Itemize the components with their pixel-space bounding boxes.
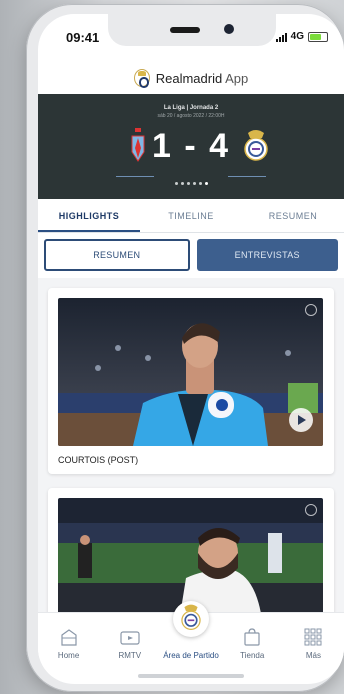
carousel-dot-active[interactable]	[204, 182, 208, 185]
watermark-crest-icon	[305, 304, 317, 316]
nav-home-label: Home	[57, 651, 80, 660]
real-madrid-crest-icon	[173, 601, 209, 637]
signal-icon	[275, 32, 287, 42]
carousel-dot[interactable]	[192, 182, 196, 185]
tv-icon	[120, 631, 140, 645]
watermark-crest-icon	[305, 504, 317, 516]
nav-mas[interactable]: Más	[283, 613, 344, 670]
grid-icon	[304, 628, 322, 646]
notch	[108, 14, 276, 46]
carousel-dot[interactable]	[180, 182, 184, 185]
app-screen: 09:41 4G Realmadrid App La Liga | Jornad…	[38, 14, 344, 684]
carousel-dot[interactable]	[186, 182, 190, 185]
carousel-dot[interactable]	[174, 182, 178, 185]
video-thumbnail[interactable]	[58, 298, 323, 446]
home-indicator[interactable]	[138, 674, 244, 678]
nav-mas-label: Más	[305, 651, 321, 660]
network-label: 4G	[290, 31, 304, 42]
tab-resumen[interactable]: RESUMEN	[242, 199, 344, 232]
nav-rmtv[interactable]: RMTV	[99, 613, 160, 670]
video-feed: COURTOIS (POST)	[38, 278, 344, 628]
nav-area-de-partido[interactable]: Área de Partido	[160, 601, 221, 670]
bottom-navigation: Home RMTV Área de Partido Tienda Más	[38, 601, 344, 670]
status-time: 09:41	[66, 30, 100, 45]
nav-tienda[interactable]: Tienda	[222, 613, 283, 670]
match-league: La Liga | Jornada 2	[163, 105, 219, 111]
carousel-dot[interactable]	[198, 182, 202, 185]
shopping-bag-icon	[244, 628, 260, 646]
tab-timeline[interactable]: TIMELINE	[140, 199, 242, 232]
match-tabs: HIGHLIGHTS TIMELINE RESUMEN	[38, 199, 344, 233]
content-filter: RESUMEN ENTREVISTAS	[44, 239, 338, 271]
phone-frame: 09:41 4G Realmadrid App La Liga | Jornad…	[26, 4, 344, 692]
real-madrid-crest-icon	[133, 69, 150, 88]
tab-highlights[interactable]: HIGHLIGHTS	[38, 199, 140, 232]
stadium-icon	[60, 629, 77, 646]
app-header: Realmadrid App	[38, 60, 344, 96]
app-title: Realmadrid App	[155, 70, 249, 86]
nav-rmtv-label: RMTV	[118, 651, 142, 660]
video-caption: COURTOIS (POST)	[58, 455, 139, 465]
nav-home[interactable]: Home	[38, 613, 99, 670]
home-team-underline	[116, 176, 154, 177]
video-card[interactable]: COURTOIS (POST)	[48, 288, 334, 474]
match-scoreboard[interactable]: La Liga | Jornada 2 sáb 20 / agosto 2022…	[38, 94, 344, 199]
play-icon[interactable]	[289, 408, 313, 432]
speaker	[170, 27, 200, 33]
match-score: 1 - 4	[151, 126, 231, 165]
real-madrid-crest-icon	[244, 130, 268, 161]
resumen-button[interactable]: RESUMEN	[44, 239, 190, 271]
away-team-underline	[228, 176, 266, 177]
match-date: sáb 20 / agosto 2022 / 22:00H	[157, 113, 225, 119]
status-indicators: 4G	[275, 31, 328, 42]
battery-icon	[308, 31, 328, 42]
nav-tienda-label: Tienda	[240, 651, 265, 660]
celta-crest-icon	[131, 128, 145, 162]
camera	[224, 24, 234, 34]
entrevistas-button[interactable]: ENTREVISTAS	[196, 239, 338, 271]
carousel-dots[interactable]	[38, 182, 344, 185]
nav-area-de-partido-label: Área de Partido	[163, 651, 219, 660]
